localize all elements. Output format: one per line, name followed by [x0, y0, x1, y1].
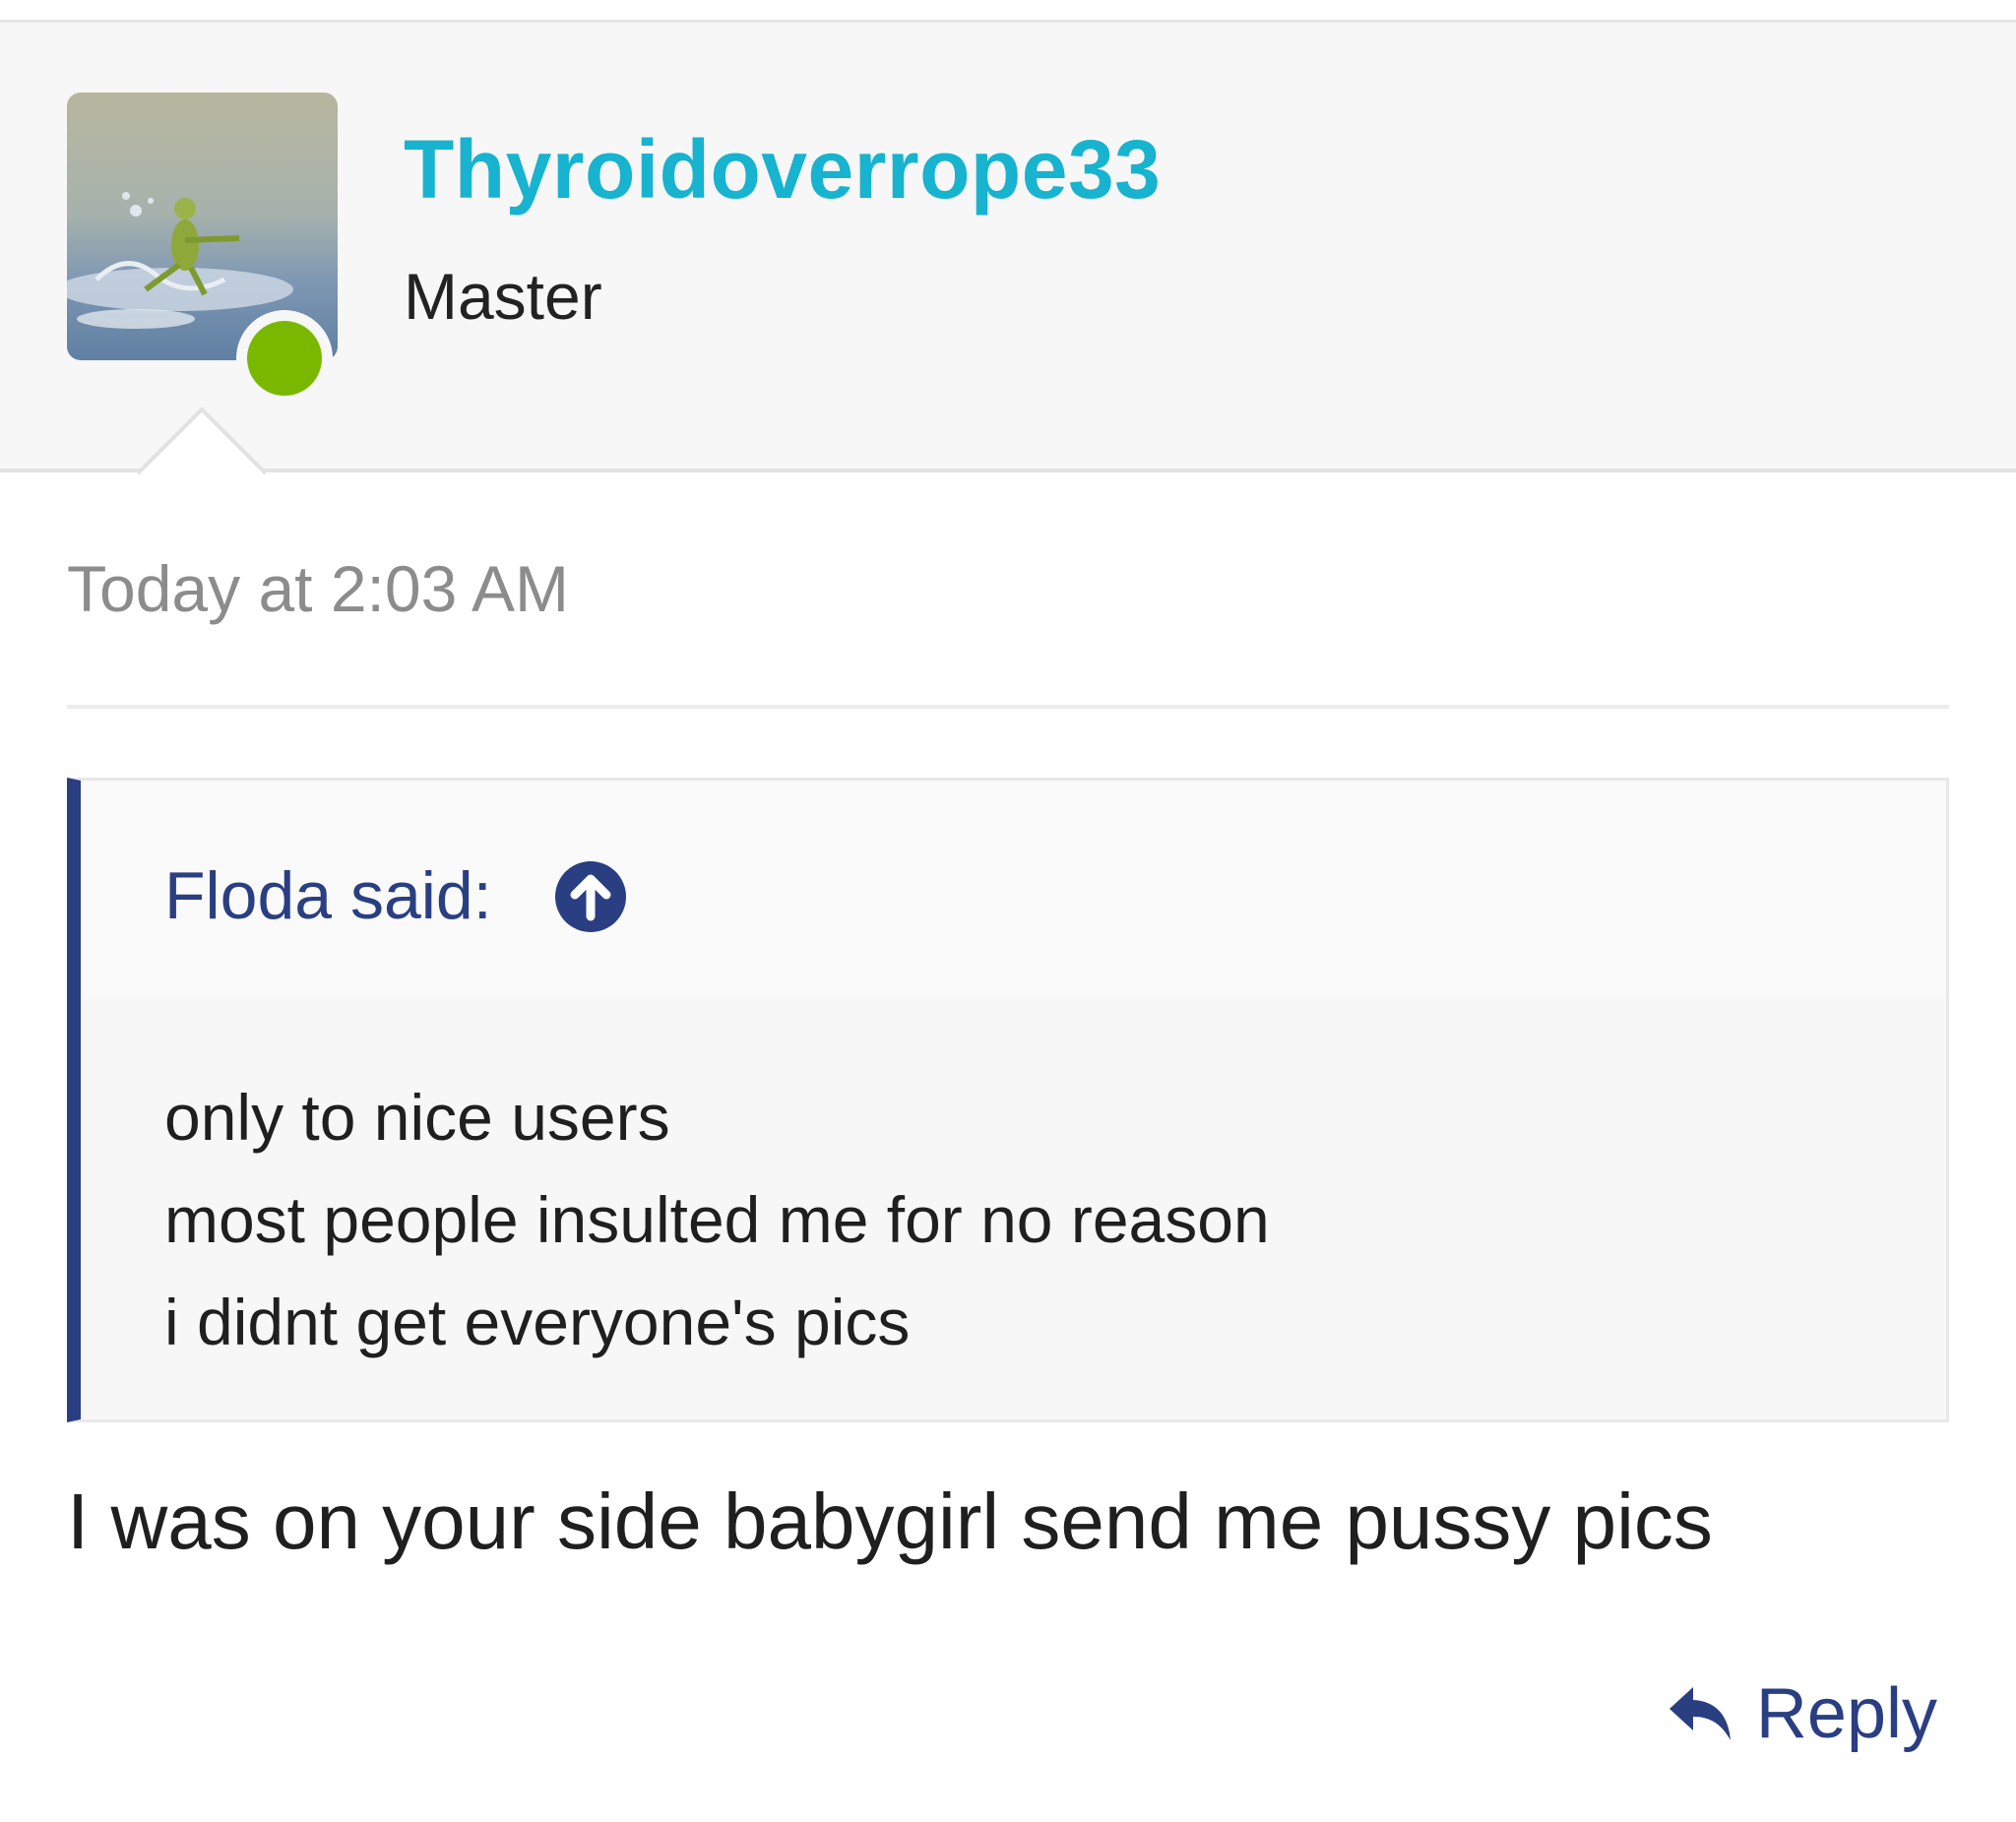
reply-arrow-icon	[1669, 1687, 1731, 1740]
reply-button[interactable]: Reply	[1666, 1673, 1937, 1754]
arrow-up-circle-icon[interactable]	[553, 859, 628, 934]
forum-post: Thyroidoverrope33 Master Today at 2:03 A…	[0, 0, 2016, 1822]
post-timestamp[interactable]: Today at 2:03 AM	[67, 551, 569, 626]
quote-author[interactable]: Floda said:	[164, 857, 492, 934]
quote-line: i didnt get everyone's pics	[164, 1286, 911, 1358]
divider	[67, 705, 1949, 709]
reply-label: Reply	[1755, 1674, 1937, 1753]
quote-header: Floda said:	[81, 781, 1946, 999]
quote-line: most people insulted me for no reason	[164, 1183, 1270, 1256]
quote-block: Floda said: only to nice users most peop…	[67, 778, 1949, 1422]
user-title: Master	[404, 260, 602, 333]
quote-line: only to nice users	[164, 1081, 670, 1154]
username-link[interactable]: Thyroidoverrope33	[404, 122, 1161, 218]
header-pointer	[138, 407, 266, 475]
post-message: I was on your side babygirl send me puss…	[67, 1477, 1713, 1565]
online-status-dot	[236, 310, 333, 407]
quote-body: only to nice users most people insulted …	[164, 1066, 1270, 1373]
post-header: Thyroidoverrope33 Master	[0, 23, 2016, 472]
